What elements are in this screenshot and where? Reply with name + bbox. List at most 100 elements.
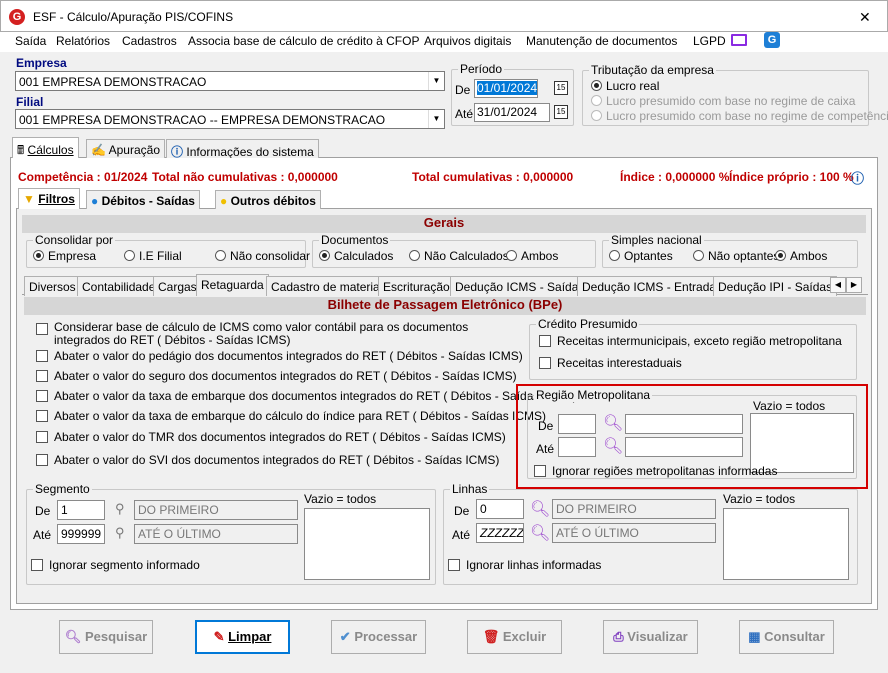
check-ignorar-segmento[interactable]: Ignorar segmento informado bbox=[31, 558, 200, 572]
menu-relatorios[interactable]: Relatórios bbox=[56, 34, 110, 48]
menu-manutencao[interactable]: Manutenção de documentos bbox=[526, 34, 677, 48]
regiao-de-desc[interactable] bbox=[625, 414, 743, 434]
search-icon[interactable]: 🔍︎ bbox=[530, 523, 550, 543]
consolidar-nao[interactable]: Não consolidar bbox=[215, 249, 310, 263]
documentos-nao-calculados[interactable]: Não Calculados bbox=[409, 249, 509, 263]
search-icon[interactable]: 🔍︎ bbox=[530, 499, 550, 519]
calendar-icon[interactable]: 15 bbox=[554, 105, 568, 119]
tab-filtros[interactable]: ▼ Filtros bbox=[18, 188, 80, 210]
periodo-ate-input[interactable]: 31/01/2024 bbox=[474, 103, 550, 122]
tributacao-competencia[interactable]: Lucro presumido com base no regime de co… bbox=[591, 109, 888, 123]
segmento-ate-label: Até bbox=[33, 528, 52, 542]
linhas-de-code[interactable]: 0 bbox=[476, 499, 524, 519]
tab-cadastro-materiais[interactable]: Cadastro de materiais bbox=[266, 276, 394, 296]
check-svi[interactable]: Abater o valor do SVI dos documentos int… bbox=[36, 453, 499, 467]
regiao-label: Região Metropolitana bbox=[534, 388, 653, 402]
consolidar-ie-filial[interactable]: I.E Filial bbox=[124, 249, 182, 263]
simples-ambos[interactable]: Ambos bbox=[775, 249, 827, 263]
tab-calculos[interactable]: 🖩 Cálculos bbox=[12, 137, 79, 159]
check-icon: ✔ bbox=[339, 629, 351, 644]
consultar-button[interactable]: ▦ Consultar bbox=[739, 620, 834, 654]
limpar-button[interactable]: ✎ Limpar bbox=[195, 620, 290, 654]
tab-informacoes[interactable]: ⓘ Informações do sistema bbox=[166, 139, 319, 159]
tab-retaguarda[interactable]: Retaguarda bbox=[196, 274, 269, 296]
periodo-label: Período bbox=[458, 62, 505, 76]
regiao-de-code[interactable] bbox=[558, 414, 596, 434]
check-interestaduais[interactable]: Receitas interestaduais bbox=[539, 356, 682, 370]
tab-deducao-ipi-saidas[interactable]: Dedução IPI - Saídas bbox=[713, 276, 838, 296]
check-ignorar-regioes[interactable]: Ignorar regiões metropolitanas informada… bbox=[534, 464, 777, 478]
tributacao-lucro-real[interactable]: Lucro real bbox=[591, 79, 659, 93]
tab-debitos-saidas[interactable]: ● Débitos - Saídas bbox=[86, 190, 200, 210]
filial-select[interactable]: 001 EMPRESA DEMONSTRACAO -- EMPRESA DEMO… bbox=[15, 109, 445, 129]
tab-apuracao[interactable]: ✍ Apuração bbox=[86, 139, 165, 159]
menu-arquivos[interactable]: Arquivos digitais bbox=[424, 34, 511, 48]
linhas-group: Linhas Vazio = todos De 0 🔍︎ DO PRIMEIRO… bbox=[443, 482, 858, 585]
chevron-down-icon[interactable]: ▼ bbox=[428, 72, 444, 90]
pesquisar-button[interactable]: 🔍︎ Pesquisar bbox=[59, 620, 153, 654]
segmento-ate-desc: ATÉ O ÚLTIMO bbox=[134, 524, 298, 544]
binoculars-icon[interactable]: ⚲ bbox=[115, 525, 125, 541]
search-icon[interactable]: 🔍︎ bbox=[603, 413, 623, 433]
radio-icon bbox=[591, 95, 602, 106]
check-considerar-bc[interactable]: Considerar base de cálculo de ICMS como … bbox=[36, 321, 516, 347]
consolidar-group: Consolidar por Empresa I.E Filial Não co… bbox=[26, 233, 310, 268]
info-icon: ⓘ bbox=[171, 145, 184, 159]
consolidar-empresa[interactable]: Empresa bbox=[33, 249, 96, 263]
app-g-icon[interactable]: G bbox=[764, 32, 780, 48]
check-pedagio[interactable]: Abater o valor do pedágio dos documentos… bbox=[36, 349, 523, 363]
menu-associa[interactable]: Associa base de cálculo de crédito à CFO… bbox=[188, 34, 419, 48]
check-taxa-embarque[interactable]: Abater o valor da taxa de embarque dos d… bbox=[36, 389, 577, 403]
monitor-icon[interactable] bbox=[731, 34, 747, 46]
radio-icon bbox=[319, 250, 330, 261]
documentos-ambos[interactable]: Ambos bbox=[506, 249, 558, 263]
processar-button[interactable]: ✔ Processar bbox=[331, 620, 426, 654]
search-icon: 🔍︎ bbox=[64, 629, 82, 644]
linhas-ate-code[interactable]: ZZZZZZ bbox=[476, 523, 524, 543]
regiao-ate-desc[interactable] bbox=[625, 437, 743, 457]
regiao-ate-code[interactable] bbox=[558, 437, 596, 457]
check-taxa-indice[interactable]: Abater o valor da taxa de embarque do cá… bbox=[36, 409, 546, 423]
filial-label: Filial bbox=[16, 95, 44, 109]
segmento-de-code[interactable]: 1 bbox=[57, 500, 105, 520]
simples-nao-optantes[interactable]: Não optantes bbox=[693, 249, 779, 263]
linhas-list[interactable] bbox=[723, 508, 849, 580]
tab-deducao-icms-saidas[interactable]: Dedução ICMS - Saídas bbox=[450, 276, 590, 296]
indice-text: Índice : 0,000000 % bbox=[620, 170, 730, 184]
menu-lgpd[interactable]: LGPD bbox=[693, 34, 726, 48]
tributacao-caixa[interactable]: Lucro presumido com base no regime de ca… bbox=[591, 94, 855, 108]
tabs-scroll-left-icon[interactable]: ◀ bbox=[830, 277, 846, 293]
checkbox-icon bbox=[539, 357, 551, 369]
periodo-de-input[interactable]: 01/01/2024 bbox=[474, 79, 538, 98]
calendar-icon[interactable]: 15 bbox=[554, 81, 568, 95]
binoculars-icon[interactable]: ⚲ bbox=[115, 501, 125, 517]
visualizar-button[interactable]: ⎙ Visualizar bbox=[603, 620, 698, 654]
empresa-select[interactable]: 001 EMPRESA DEMONSTRACAO ▼ bbox=[15, 71, 445, 91]
tab-cargas[interactable]: Cargas bbox=[153, 276, 202, 296]
window-title: ESF - Cálculo/Apuração PIS/COFINS bbox=[33, 10, 234, 24]
simples-optantes[interactable]: Optantes bbox=[609, 249, 673, 263]
segmento-ate-code[interactable]: 999999 bbox=[57, 524, 105, 544]
menu-saida[interactable]: Saída bbox=[15, 34, 46, 48]
total-nao-cumulativas: Total não cumulativas : 0,000000 bbox=[152, 170, 338, 184]
tab-escrituracao[interactable]: Escrituração bbox=[378, 276, 455, 296]
tab-contabilidade[interactable]: Contabilidade bbox=[77, 276, 161, 296]
check-ignorar-linhas[interactable]: Ignorar linhas informadas bbox=[448, 558, 601, 572]
check-intermunicipais[interactable]: Receitas intermunicipais, exceto região … bbox=[539, 334, 842, 348]
tab-outros-debitos[interactable]: ● Outros débitos bbox=[215, 190, 321, 210]
documentos-calculados[interactable]: Calculados bbox=[319, 249, 393, 263]
check-tmr[interactable]: Abater o valor do TMR dos documentos int… bbox=[36, 430, 506, 444]
tabs-scroll-right-icon[interactable]: ▶ bbox=[846, 277, 862, 293]
search-icon[interactable]: 🔍︎ bbox=[603, 436, 623, 456]
close-button[interactable]: ✕ bbox=[859, 9, 871, 26]
help-icon[interactable]: ⓘ bbox=[851, 168, 864, 187]
title-bar: G ESF - Cálculo/Apuração PIS/COFINS ✕ bbox=[0, 0, 888, 32]
tab-diversos[interactable]: Diversos bbox=[24, 276, 81, 296]
tab-deducao-icms-entradas[interactable]: Dedução ICMS - Entradas bbox=[577, 276, 728, 296]
chevron-down-icon[interactable]: ▼ bbox=[428, 110, 444, 128]
check-seguro[interactable]: Abater o valor do seguro dos documentos … bbox=[36, 369, 517, 383]
excluir-button[interactable]: 🗑︎ Excluir bbox=[467, 620, 562, 654]
segmento-list[interactable] bbox=[304, 508, 430, 580]
menu-cadastros[interactable]: Cadastros bbox=[122, 34, 177, 48]
menu-bar: Saída Relatórios Cadastros Associa base … bbox=[0, 32, 888, 52]
